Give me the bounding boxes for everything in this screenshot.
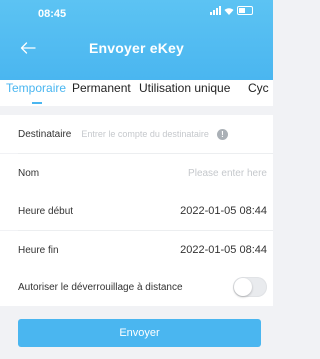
start-time-label: Heure début [18, 205, 74, 217]
wifi-icon [224, 7, 234, 15]
tab-permanent[interactable]: Permanent [72, 81, 131, 95]
tab-cyclique[interactable]: Cyc [248, 81, 269, 95]
name-input[interactable]: Please enter here [188, 168, 267, 179]
status-time: 08:45 [38, 8, 67, 20]
tab-utilisation-unique[interactable]: Utilisation unique [139, 81, 230, 95]
toggle-knob [234, 278, 252, 296]
remote-unlock-label: Autoriser le déverrouillage à distance [18, 281, 183, 293]
recipient-row[interactable]: Destinataire Entrer le compte du destina… [0, 115, 273, 153]
name-label: Nom [18, 167, 40, 179]
send-button[interactable]: Envoyer [18, 319, 261, 347]
recipient-label: Destinataire [18, 128, 72, 140]
page-title: Envoyer eKey [88, 40, 184, 56]
start-time-value[interactable]: 2022-01-05 08:44 [180, 205, 267, 217]
app-header: 08:45 Envoyer eKey [0, 0, 273, 80]
recipient-input[interactable]: Entrer le compte du destinataire [81, 129, 209, 139]
tab-bar: Temporaire Permanent Utilisation unique … [0, 80, 273, 106]
status-icons [210, 6, 253, 15]
end-time-row[interactable]: Heure fin 2022-01-05 08:44 [0, 231, 273, 269]
end-time-label: Heure fin [18, 244, 59, 256]
battery-icon [237, 6, 253, 15]
end-time-value[interactable]: 2022-01-05 08:44 [180, 244, 267, 256]
name-row[interactable]: Nom Please enter here [0, 154, 273, 192]
remote-unlock-toggle[interactable] [233, 277, 267, 297]
info-icon[interactable]: ! [216, 128, 228, 140]
signal-icon [210, 6, 221, 15]
remote-unlock-row: Autoriser le déverrouillage à distance [0, 268, 273, 306]
active-tab-indicator [32, 102, 42, 104]
start-time-row[interactable]: Heure début 2022-01-05 08:44 [0, 192, 273, 230]
tab-temporaire[interactable]: Temporaire [6, 81, 66, 95]
